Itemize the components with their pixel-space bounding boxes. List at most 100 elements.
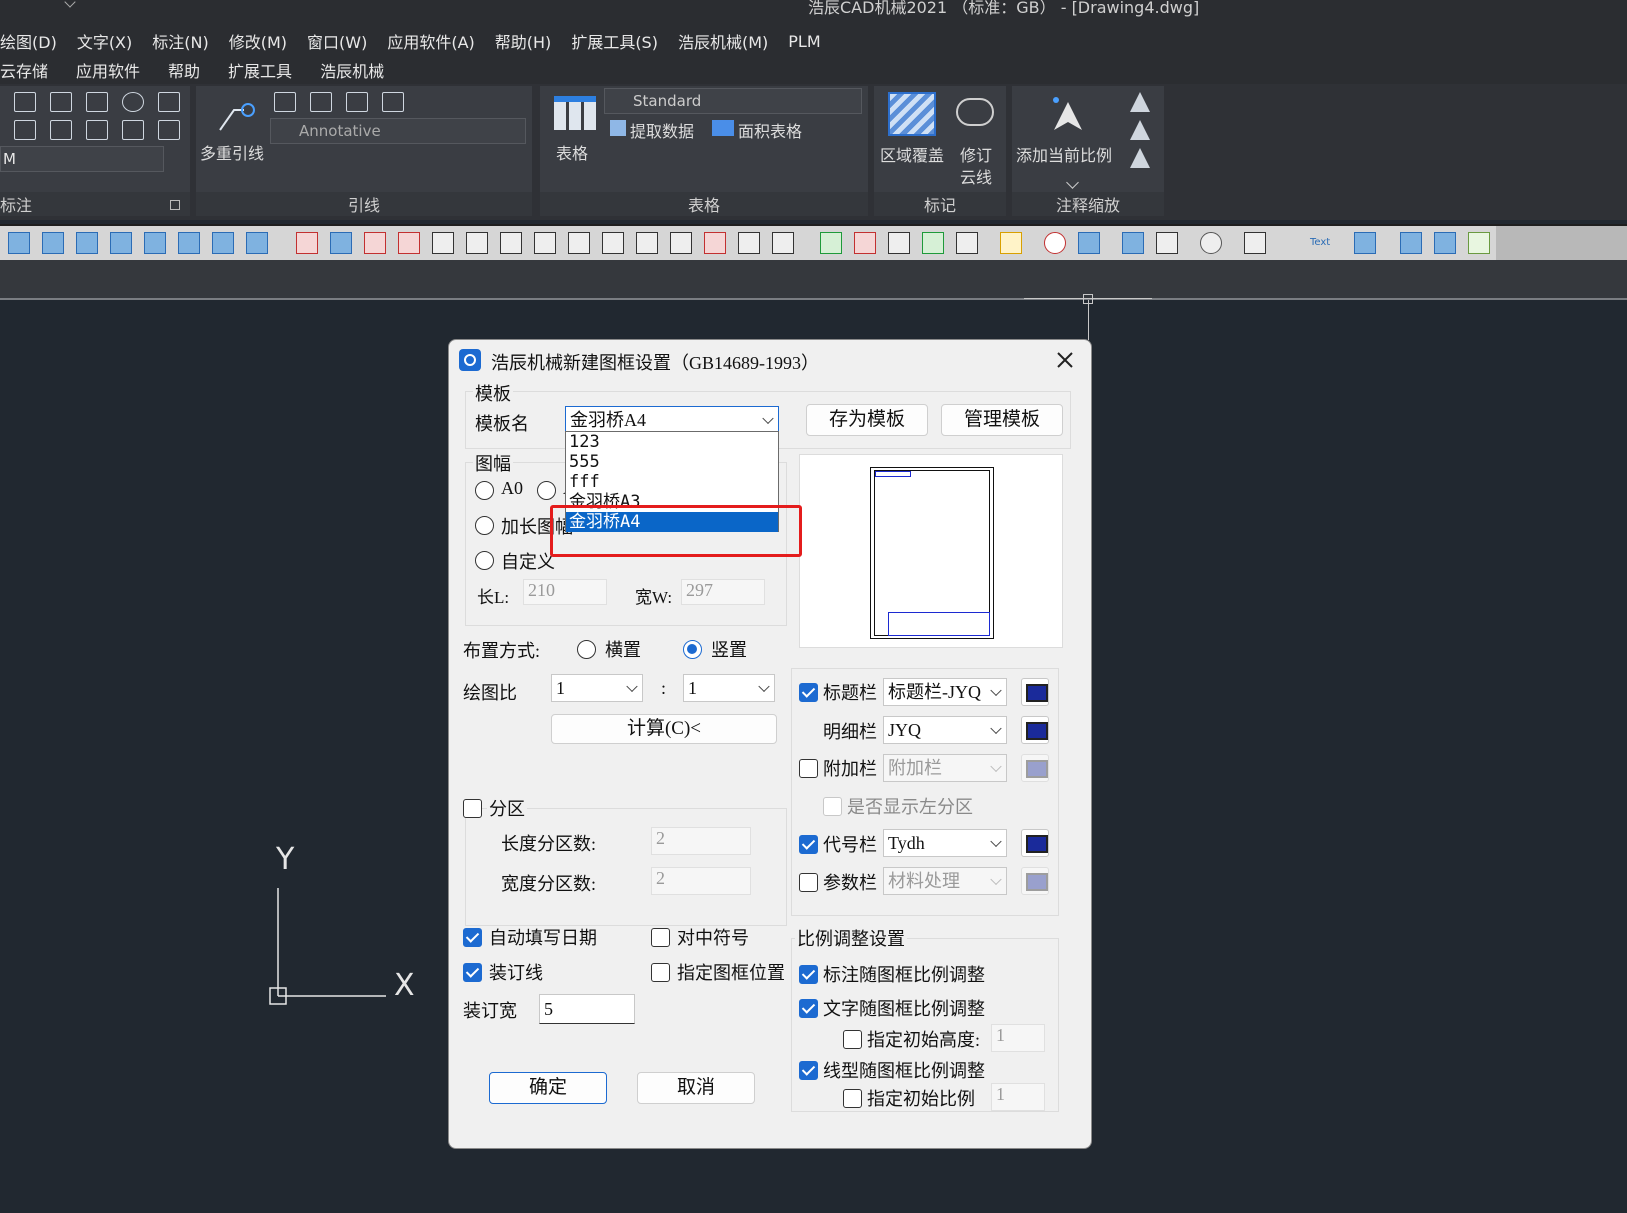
frame-position-checkbox[interactable] xyxy=(651,963,670,982)
area-table-button[interactable]: 面积表格 xyxy=(712,118,802,142)
revcloud-line1[interactable]: 修订 xyxy=(960,142,992,166)
template-select[interactable]: 金羽桥A4 xyxy=(565,406,779,434)
tool-icon-10[interactable] xyxy=(330,232,352,254)
scale-right-select[interactable]: 1 xyxy=(683,674,775,702)
zone-checkbox[interactable] xyxy=(463,799,482,818)
tool-icon-28[interactable] xyxy=(956,232,978,254)
tool-icon-32[interactable] xyxy=(1122,232,1144,254)
detail-pick-icon[interactable] xyxy=(1021,716,1049,744)
tool-icon-6[interactable] xyxy=(178,232,200,254)
binding-width-input[interactable]: 5 xyxy=(539,994,635,1024)
tool-icon-35[interactable] xyxy=(1244,232,1266,254)
manage-template-button[interactable]: 管理模板 xyxy=(941,404,1063,436)
menu-modify[interactable]: 修改(M) xyxy=(229,29,287,53)
tab-help[interactable]: 帮助 xyxy=(168,58,200,82)
ok-button[interactable]: 确定 xyxy=(489,1072,607,1104)
multileader-icon[interactable] xyxy=(216,94,256,134)
menu-plm[interactable]: PLM xyxy=(788,32,820,51)
code-block-pick-icon[interactable] xyxy=(1021,829,1049,857)
init-scale-input[interactable]: 1 xyxy=(991,1083,1045,1111)
tab-apps[interactable]: 应用软件 xyxy=(76,58,140,82)
chevron-down-icon[interactable] xyxy=(1066,176,1079,189)
layout-horizontal-radio[interactable] xyxy=(577,640,596,659)
tool-icon-23[interactable] xyxy=(772,232,794,254)
tool-icon-14[interactable] xyxy=(466,232,488,254)
code-block-select[interactable]: Tydh xyxy=(883,829,1007,857)
init-height-input[interactable]: 1 xyxy=(991,1024,1045,1052)
linetype-follow-checkbox[interactable] xyxy=(799,1061,818,1080)
title-block-select[interactable]: 标题栏-JYQ xyxy=(883,678,1007,706)
revcloud-icon[interactable] xyxy=(956,98,994,126)
zone-length-input[interactable]: 2 xyxy=(651,827,751,855)
menu-help[interactable]: 帮助(H) xyxy=(495,29,552,53)
tool-icon-20[interactable] xyxy=(670,232,692,254)
dim-continue-icon[interactable] xyxy=(50,120,72,140)
size-custom-radio[interactable] xyxy=(475,551,494,570)
tool-icon-30[interactable] xyxy=(1044,232,1066,254)
tool-icon-22[interactable] xyxy=(738,232,760,254)
dim-linear-icon[interactable] xyxy=(14,92,36,112)
dim-tolerance-icon[interactable] xyxy=(158,92,180,112)
show-left-zone-checkbox[interactable] xyxy=(823,797,842,816)
extra-block-checkbox[interactable] xyxy=(799,759,818,778)
tool-icon-9[interactable] xyxy=(296,232,318,254)
menu-extensions[interactable]: 扩展工具(S) xyxy=(571,29,658,53)
menu-window[interactable]: 窗口(W) xyxy=(307,29,367,53)
table-icon[interactable] xyxy=(554,96,596,130)
tool-icon-2[interactable] xyxy=(42,232,64,254)
close-icon[interactable] xyxy=(1053,348,1077,372)
extra-block-select[interactable]: 附加栏 xyxy=(883,754,1007,782)
layout-vertical-radio[interactable] xyxy=(683,640,702,659)
width-input[interactable]: 297 xyxy=(681,579,765,605)
leader-align-icon[interactable] xyxy=(346,92,368,112)
tool-icon-27[interactable] xyxy=(922,232,944,254)
length-input[interactable]: 210 xyxy=(523,579,607,605)
scale-sync-icon[interactable] xyxy=(1130,92,1150,112)
dim-baseline-icon[interactable] xyxy=(14,120,36,140)
revcloud-line2[interactable]: 云线 xyxy=(960,164,992,188)
tool-icon-18[interactable] xyxy=(602,232,624,254)
tool-icon-39[interactable] xyxy=(1468,232,1490,254)
tool-icon-34[interactable] xyxy=(1200,232,1222,254)
dim-break-icon[interactable] xyxy=(122,120,144,140)
tool-icon-29[interactable] xyxy=(1000,232,1022,254)
init-scale-checkbox[interactable] xyxy=(843,1089,862,1108)
leader-style-combo[interactable]: Annotative xyxy=(270,118,526,144)
title-block-checkbox[interactable] xyxy=(799,683,818,702)
tab-cloud[interactable]: 云存储 xyxy=(0,58,48,82)
tool-icon-11[interactable] xyxy=(364,232,386,254)
binding-line-checkbox[interactable] xyxy=(463,963,482,982)
tool-icon-37[interactable] xyxy=(1400,232,1422,254)
scale-add-icon[interactable] xyxy=(1130,120,1150,140)
tool-icon-25[interactable] xyxy=(854,232,876,254)
extract-data-button[interactable]: 提取数据 xyxy=(610,118,694,142)
tool-icon-33[interactable] xyxy=(1156,232,1178,254)
tool-icon-31[interactable] xyxy=(1078,232,1100,254)
scale-remove-icon[interactable] xyxy=(1130,148,1150,168)
tool-icon-26[interactable] xyxy=(888,232,910,254)
detail-select[interactable]: JYQ xyxy=(883,716,1007,744)
size-a1-radio[interactable] xyxy=(537,481,556,500)
tool-icon-21[interactable] xyxy=(704,232,726,254)
title-block-pick-icon[interactable] xyxy=(1021,678,1049,706)
tool-icon-4[interactable] xyxy=(110,232,132,254)
tool-icon-1[interactable] xyxy=(8,232,30,254)
tool-icon-7[interactable] xyxy=(212,232,234,254)
menu-text[interactable]: 文字(X) xyxy=(77,29,132,53)
dim-jog-icon[interactable] xyxy=(158,120,180,140)
tool-icon-3[interactable] xyxy=(76,232,98,254)
extra-block-pick-icon[interactable] xyxy=(1021,754,1049,782)
template-option[interactable]: 555 xyxy=(566,452,778,472)
multileader-button[interactable]: 多重引线 xyxy=(200,140,264,164)
save-template-button[interactable]: 存为模板 xyxy=(806,404,928,436)
center-mark-checkbox[interactable] xyxy=(651,928,670,947)
table-button[interactable]: 表格 xyxy=(556,140,588,164)
tool-icon-17[interactable] xyxy=(568,232,590,254)
param-block-select[interactable]: 材料处理 xyxy=(883,867,1007,895)
code-block-checkbox[interactable] xyxy=(799,835,818,854)
menu-mechanical[interactable]: 浩辰机械(M) xyxy=(678,29,768,53)
wipeout-icon[interactable] xyxy=(888,92,936,136)
tool-icon-16[interactable] xyxy=(534,232,556,254)
param-block-checkbox[interactable] xyxy=(799,873,818,892)
template-option[interactable]: fff xyxy=(566,472,778,492)
